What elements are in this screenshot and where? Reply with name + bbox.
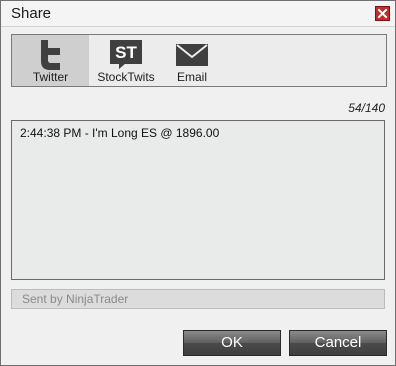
cancel-button[interactable]: Cancel <box>289 330 387 356</box>
character-counter: 54/140 <box>348 101 385 115</box>
message-textarea[interactable]: 2:44:38 PM - I'm Long ES @ 1896.00 <box>11 120 385 280</box>
service-label-stocktwits: StockTwits <box>97 70 155 84</box>
service-email[interactable]: Email <box>164 35 220 86</box>
share-service-selector: Twitter ST StockTwits Email <box>11 34 387 87</box>
service-label-twitter: Twitter <box>32 70 69 84</box>
service-stocktwits[interactable]: ST StockTwits <box>92 35 160 86</box>
service-label-email: Email <box>176 70 207 84</box>
close-icon <box>377 8 388 19</box>
ok-button[interactable]: OK <box>183 330 281 356</box>
stocktwits-icon-text: ST <box>115 43 137 62</box>
service-twitter[interactable]: Twitter <box>12 35 89 86</box>
signature-field: Sent by NinjaTrader <box>11 289 385 309</box>
close-button[interactable] <box>375 6 390 21</box>
window-title: Share <box>11 5 52 22</box>
title-bar: Share <box>1 1 395 27</box>
message-text: 2:44:38 PM - I'm Long ES @ 1896.00 <box>20 126 220 140</box>
signature-text: Sent by NinjaTrader <box>22 292 129 306</box>
share-dialog: Share Twitter ST StockTwits Email 54/140… <box>0 0 396 366</box>
